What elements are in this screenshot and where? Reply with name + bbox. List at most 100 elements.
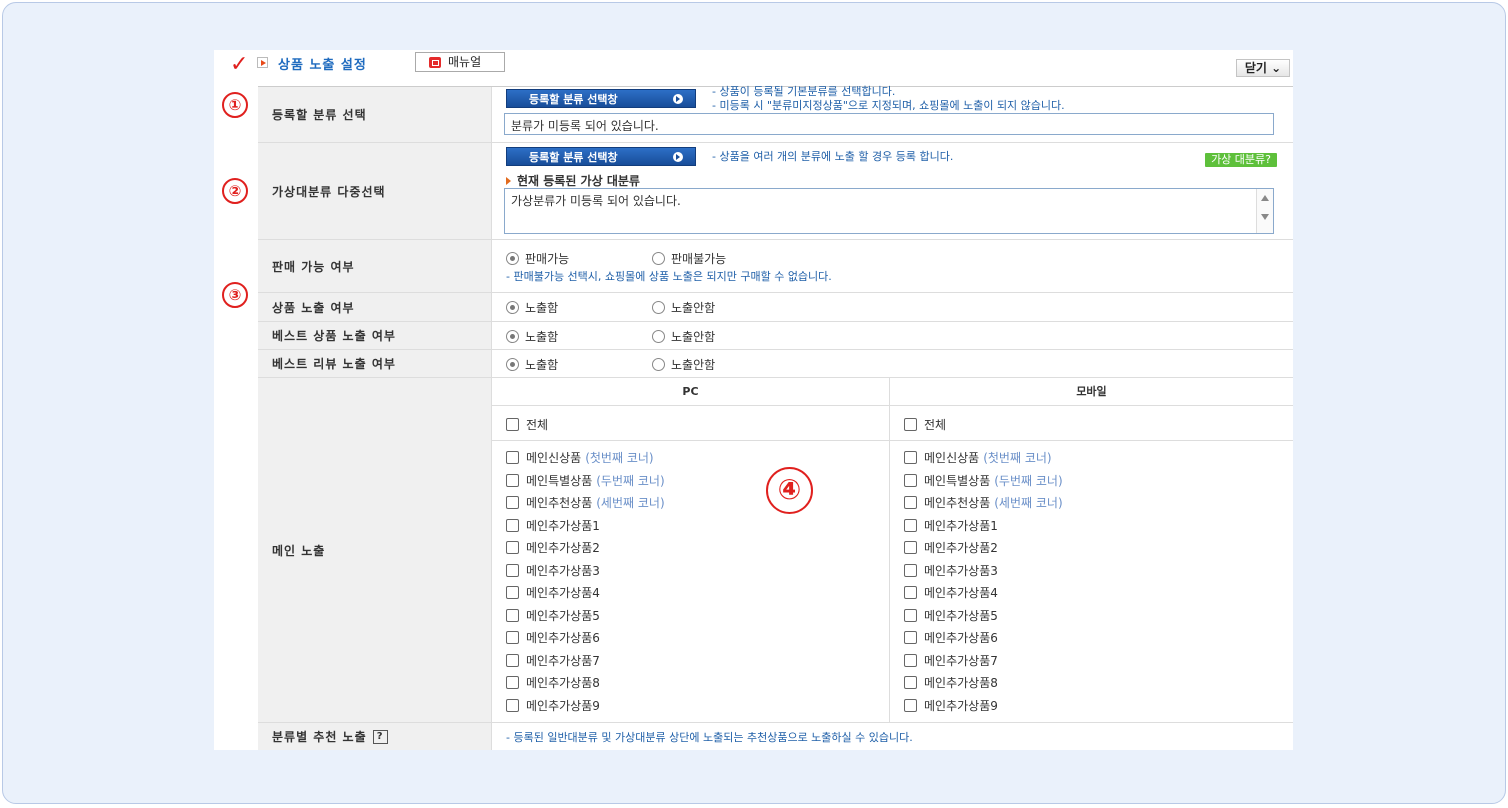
- corner-hint: (첫번째 코너): [585, 451, 654, 465]
- checkbox[interactable]: [506, 451, 519, 464]
- checkbox-label: 메인추가상품2: [924, 541, 998, 555]
- checkbox-label: 메인추가상품1: [526, 518, 600, 533]
- mobile-item-checkbox[interactable]: 메인추가상품4: [904, 584, 998, 601]
- checkbox[interactable]: [904, 451, 917, 464]
- mobile-item-checkbox[interactable]: 메인추가상품7: [904, 652, 998, 669]
- pc-item-checkbox[interactable]: 메인추가상품2: [506, 539, 600, 556]
- select-category-button[interactable]: 등록할 분류 선택창: [506, 89, 696, 108]
- radio-selected[interactable]: [506, 358, 519, 371]
- scroll-down-icon[interactable]: [1261, 214, 1269, 220]
- mobile-item-checkbox[interactable]: 메인특별상품 (두번째 코너): [904, 472, 1063, 489]
- radio-unselected[interactable]: [652, 330, 665, 343]
- checkbox[interactable]: [506, 608, 519, 622]
- checkbox-label: 메인추가상품2: [526, 541, 600, 555]
- row-category: 등록할 분류 선택 등록할 분류 선택창 - 상품이 등록될 기본분류를 선택합…: [258, 85, 1293, 143]
- arrow-circle-icon: [673, 152, 683, 162]
- marker-3: ③: [222, 282, 248, 308]
- row-content: 등록할 분류 선택창 - 상품이 등록될 기본분류를 선택합니다. - 미등록 …: [492, 85, 1293, 142]
- checkbox[interactable]: [904, 518, 917, 532]
- checkbox-label: 메인추가상품5: [526, 608, 600, 623]
- checkbox-label: 메인추가상품3: [526, 563, 600, 578]
- checkmark-icon: ✓: [230, 52, 249, 77]
- checkbox[interactable]: [506, 518, 519, 532]
- sale-no-option[interactable]: 판매불가능: [652, 250, 726, 267]
- pdf-icon: [429, 57, 441, 68]
- checkbox[interactable]: [904, 496, 917, 509]
- row-label: 등록할 분류 선택: [258, 87, 492, 142]
- radio-selected[interactable]: [506, 301, 519, 314]
- expose-on-option[interactable]: 노출함: [506, 299, 558, 316]
- checkbox[interactable]: [506, 676, 519, 689]
- checkbox[interactable]: [506, 698, 519, 712]
- checkbox[interactable]: [904, 698, 917, 712]
- mobile-item-checkbox[interactable]: 메인추가상품3: [904, 562, 998, 579]
- checkbox[interactable]: [904, 586, 917, 599]
- mobile-item-checkbox[interactable]: 메인추가상품2: [904, 539, 998, 556]
- pc-all-row: 전체: [492, 406, 889, 441]
- pc-item-checkbox[interactable]: 메인추천상품 (세번째 코너): [506, 494, 665, 511]
- checkbox[interactable]: [904, 631, 917, 644]
- virtual-category-textarea[interactable]: 가상분류가 미등록 되어 있습니다.: [504, 188, 1274, 234]
- scroll-up-icon[interactable]: [1261, 195, 1269, 201]
- mobile-item-checkbox[interactable]: 메인추가상품9: [904, 697, 998, 714]
- textarea-scrollbar[interactable]: [1256, 189, 1273, 233]
- checkbox[interactable]: [904, 653, 917, 667]
- radio-selected[interactable]: [506, 252, 519, 265]
- checkbox[interactable]: [904, 676, 917, 689]
- checkbox[interactable]: [506, 586, 519, 599]
- option-label: 판매불가능: [671, 252, 727, 266]
- select-virtual-category-button[interactable]: 등록할 분류 선택창: [506, 147, 696, 166]
- checkbox[interactable]: [904, 608, 917, 622]
- expose-on-option[interactable]: 노출함: [506, 356, 558, 373]
- pc-all-checkbox[interactable]: 전체: [506, 416, 548, 433]
- checkbox[interactable]: [904, 473, 917, 487]
- close-button[interactable]: 닫기 ⌄: [1236, 59, 1290, 77]
- row-content: 판매가능 판매불가능 - 판매불가능 선택시, 쇼핑몰에 상품 노출은 되지만 …: [492, 240, 1293, 292]
- expose-off-option[interactable]: 노출안함: [652, 299, 715, 316]
- mobile-item-checkbox[interactable]: 메인추가상품1: [904, 517, 998, 534]
- pc-item-checkbox[interactable]: 메인추가상품7: [506, 652, 600, 669]
- checkbox[interactable]: [506, 473, 519, 487]
- mobile-item-checkbox[interactable]: 메인신상품 (첫번째 코너): [904, 449, 1052, 466]
- pc-item-checkbox[interactable]: 메인추가상품5: [506, 607, 600, 624]
- mobile-item-checkbox[interactable]: 메인추가상품6: [904, 629, 998, 646]
- pc-item-checkbox[interactable]: 메인추가상품9: [506, 697, 600, 714]
- mobile-item-checkbox[interactable]: 메인추가상품5: [904, 607, 998, 624]
- radio-unselected[interactable]: [652, 358, 665, 371]
- pc-item-checkbox[interactable]: 메인추가상품1: [506, 517, 600, 534]
- mobile-item-checkbox[interactable]: 메인추천상품 (세번째 코너): [904, 494, 1063, 511]
- checkbox[interactable]: [904, 418, 917, 431]
- checkbox[interactable]: [904, 541, 917, 554]
- help-icon[interactable]: ?: [372, 729, 388, 744]
- pc-item-checkbox[interactable]: 메인추가상품8: [506, 674, 600, 691]
- checkbox-label: 메인추가상품3: [924, 563, 998, 578]
- expose-on-option[interactable]: 노출함: [506, 328, 558, 345]
- radio-unselected[interactable]: [652, 301, 665, 314]
- manual-button[interactable]: 매뉴얼: [415, 52, 505, 72]
- pc-item-checkbox[interactable]: 메인추가상품6: [506, 629, 600, 646]
- category-field[interactable]: 분류가 미등록 되어 있습니다.: [504, 113, 1274, 135]
- checkbox[interactable]: [506, 496, 519, 509]
- checkbox[interactable]: [506, 418, 519, 431]
- checkbox-label: 메인추가상품6: [924, 631, 998, 645]
- row-content: 노출함 노출안함: [492, 350, 1293, 377]
- checkbox[interactable]: [506, 563, 519, 577]
- checkbox[interactable]: [506, 631, 519, 644]
- pc-item-checkbox[interactable]: 메인특별상품 (두번째 코너): [506, 472, 665, 489]
- checkbox[interactable]: [506, 653, 519, 667]
- mobile-item-checkbox[interactable]: 메인추가상품8: [904, 674, 998, 691]
- sale-yes-option[interactable]: 판매가능: [506, 250, 569, 267]
- checkbox[interactable]: [506, 541, 519, 554]
- checkbox-label: 메인추가상품1: [924, 518, 998, 533]
- radio-selected[interactable]: [506, 330, 519, 343]
- expose-off-option[interactable]: 노출안함: [652, 328, 715, 345]
- checkbox[interactable]: [904, 563, 917, 577]
- pc-item-checkbox[interactable]: 메인추가상품3: [506, 562, 600, 579]
- pc-item-checkbox[interactable]: 메인추가상품4: [506, 584, 600, 601]
- radio-unselected[interactable]: [652, 252, 665, 265]
- expose-off-option[interactable]: 노출안함: [652, 356, 715, 373]
- mobile-all-checkbox[interactable]: 전체: [904, 416, 946, 433]
- pc-item-checkbox[interactable]: 메인신상품 (첫번째 코너): [506, 449, 654, 466]
- virtual-help-badge[interactable]: 가상 대분류?: [1205, 153, 1277, 167]
- checkbox-label: 전체: [526, 418, 549, 432]
